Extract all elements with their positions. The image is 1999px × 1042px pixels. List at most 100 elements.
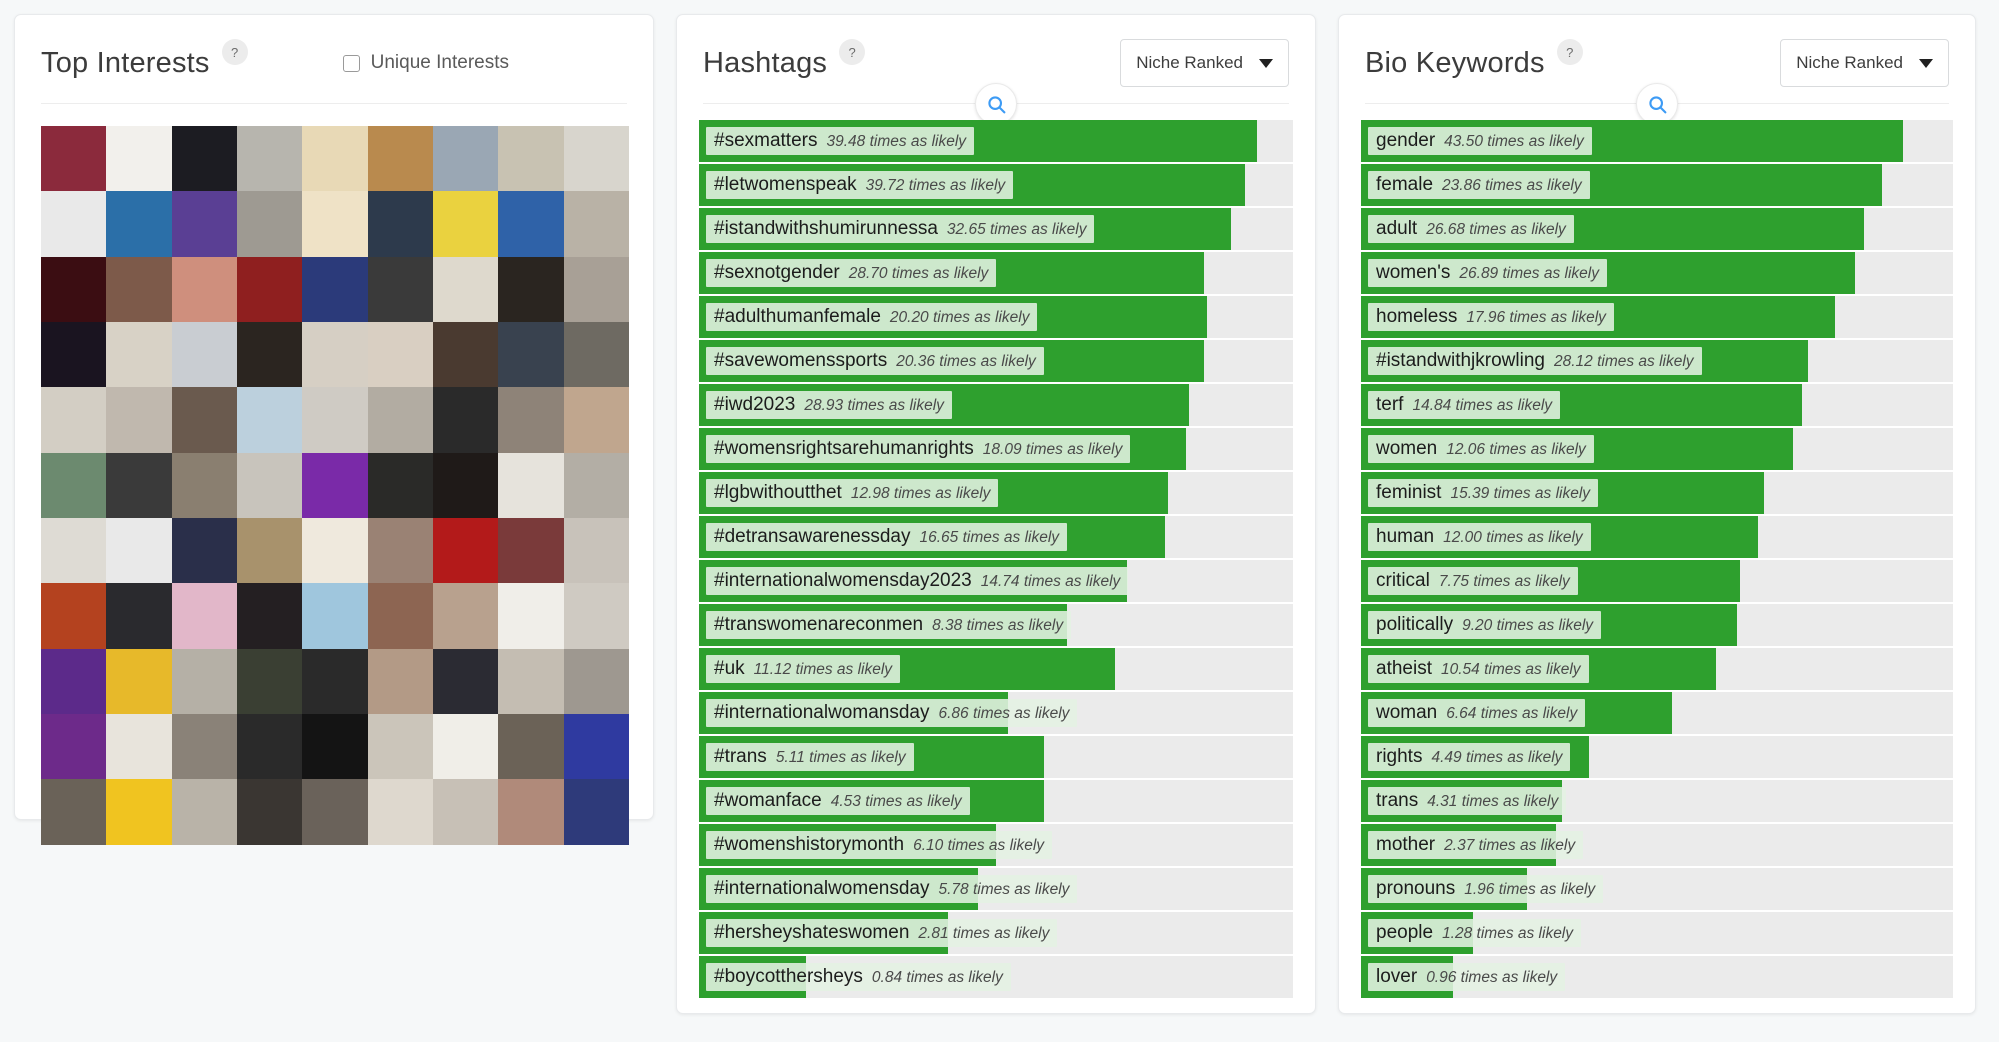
bar-row[interactable]: #womanface 4.53 times as likely [699, 779, 1293, 822]
interest-thumbnail[interactable] [302, 256, 368, 323]
interest-thumbnail[interactable] [367, 779, 433, 845]
interest-thumbnail[interactable] [302, 387, 368, 453]
bar-row[interactable]: critical 7.75 times as likely [1361, 559, 1953, 603]
interest-thumbnail[interactable] [237, 191, 303, 257]
bar-row[interactable]: rights 4.49 times as likely [1361, 735, 1953, 778]
bar-row[interactable]: female 23.86 times as likely [1361, 163, 1953, 207]
bar-row[interactable]: #iwd2023 28.93 times as likely [699, 383, 1293, 427]
bar-row[interactable]: #savewomenssports 20.36 times as likely [699, 339, 1293, 383]
interest-thumbnail[interactable] [106, 191, 172, 257]
interest-thumbnail[interactable] [433, 583, 499, 649]
interest-thumbnail[interactable] [106, 256, 172, 323]
interest-thumbnail[interactable] [302, 714, 368, 780]
interest-thumbnail[interactable] [433, 518, 499, 584]
interest-thumbnail[interactable] [106, 583, 172, 649]
interest-thumbnail[interactable] [171, 714, 237, 780]
interest-thumbnail[interactable] [171, 583, 237, 649]
bar-row[interactable]: women 12.06 times as likely [1361, 427, 1953, 471]
interest-thumbnail[interactable] [106, 387, 172, 453]
interest-thumbnail[interactable] [498, 322, 564, 388]
interest-thumbnail[interactable] [433, 126, 499, 192]
interest-thumbnail[interactable] [433, 714, 499, 780]
interest-thumbnail[interactable] [433, 322, 499, 388]
interest-thumbnail[interactable] [302, 648, 368, 715]
bar-row[interactable]: #boycotthersheys 0.84 times as likely [699, 955, 1293, 998]
unique-interests-checkbox[interactable]: Unique Interests [342, 52, 509, 74]
bar-row[interactable]: gender 43.50 times as likely [1361, 120, 1953, 163]
interest-thumbnail[interactable] [171, 191, 237, 257]
interest-thumbnail[interactable] [367, 387, 433, 453]
interest-thumbnail[interactable] [41, 583, 107, 649]
interest-thumbnail[interactable] [498, 714, 564, 780]
interest-thumbnail[interactable] [433, 452, 499, 519]
interest-thumbnail[interactable] [237, 322, 303, 388]
interest-thumbnail[interactable] [563, 452, 629, 519]
interests-mosaic[interactable] [41, 126, 629, 845]
help-icon[interactable]: ? [1556, 39, 1583, 65]
bar-row[interactable]: adult 26.68 times as likely [1361, 207, 1953, 251]
interest-thumbnail[interactable] [498, 779, 564, 845]
bar-row[interactable]: #uk 11.12 times as likely [699, 647, 1293, 690]
interest-thumbnail[interactable] [171, 452, 237, 519]
interest-thumbnail[interactable] [302, 779, 368, 845]
interest-thumbnail[interactable] [41, 387, 107, 453]
interest-thumbnail[interactable] [41, 322, 107, 388]
interest-thumbnail[interactable] [563, 191, 629, 257]
bar-row[interactable]: #womenshistorymonth 6.10 times as likely [699, 823, 1293, 866]
bar-row[interactable]: lover 0.96 times as likely [1361, 955, 1953, 998]
interest-thumbnail[interactable] [498, 583, 564, 649]
bar-row[interactable]: women's 26.89 times as likely [1361, 251, 1953, 295]
interest-thumbnail[interactable] [563, 126, 629, 192]
bar-row[interactable]: #letwomenspeak 39.72 times as likely [699, 163, 1293, 207]
interest-thumbnail[interactable] [106, 452, 172, 519]
interest-thumbnail[interactable] [302, 452, 368, 519]
interest-thumbnail[interactable] [171, 648, 237, 715]
bar-row[interactable]: #internationalwomensday 5.78 times as lik… [699, 867, 1293, 910]
interest-thumbnail[interactable] [302, 126, 368, 192]
interest-thumbnail[interactable] [498, 518, 564, 584]
interest-thumbnail[interactable] [367, 322, 433, 388]
interest-thumbnail[interactable] [367, 191, 433, 257]
interest-thumbnail[interactable] [367, 518, 433, 584]
bar-row[interactable]: #hersheyshateswomen 2.81 times as likely [699, 911, 1293, 954]
help-icon[interactable]: ? [839, 39, 866, 65]
interest-thumbnail[interactable] [106, 322, 172, 388]
bar-row[interactable]: #trans 5.11 times as likely [699, 735, 1293, 778]
bar-row[interactable]: atheist 10.54 times as likely [1361, 647, 1953, 690]
bar-row[interactable]: politically 9.20 times as likely [1361, 603, 1953, 647]
help-icon[interactable]: ? [221, 39, 248, 65]
bar-row[interactable]: #lgbwithoutthet 12.98 times as likely [699, 471, 1293, 515]
bar-row[interactable]: people 1.28 times as likely [1361, 911, 1953, 954]
interest-thumbnail[interactable] [106, 714, 172, 780]
bar-row[interactable]: trans 4.31 times as likely [1361, 779, 1953, 822]
bar-row[interactable]: feminist 15.39 times as likely [1361, 471, 1953, 515]
interest-thumbnail[interactable] [41, 256, 107, 323]
interest-thumbnail[interactable] [237, 387, 303, 453]
interest-thumbnail[interactable] [498, 387, 564, 453]
interest-thumbnail[interactable] [563, 518, 629, 584]
interest-thumbnail[interactable] [237, 779, 303, 845]
bar-row[interactable]: mother 2.37 times as likely [1361, 823, 1953, 866]
interest-thumbnail[interactable] [171, 387, 237, 453]
interest-thumbnail[interactable] [367, 452, 433, 519]
bar-row[interactable]: #detransawarenessday 16.65 times as likel… [699, 515, 1293, 559]
bar-row[interactable]: #istandwithshumirunnessa 32.65 times as l… [699, 207, 1293, 251]
interest-thumbnail[interactable] [563, 583, 629, 649]
sort-dropdown[interactable]: Niche Ranked [1120, 39, 1289, 87]
bar-row[interactable]: homeless 17.96 times as likely [1361, 295, 1953, 339]
interest-thumbnail[interactable] [237, 452, 303, 519]
interest-thumbnail[interactable] [367, 583, 433, 649]
interest-thumbnail[interactable] [563, 322, 629, 388]
interest-thumbnail[interactable] [237, 518, 303, 584]
interest-thumbnail[interactable] [302, 518, 368, 584]
interest-thumbnail[interactable] [498, 648, 564, 715]
interest-thumbnail[interactable] [563, 387, 629, 453]
interest-thumbnail[interactable] [106, 126, 172, 192]
bar-row[interactable]: #internationalwomensday2023 14.74 times a… [699, 559, 1293, 603]
bar-row[interactable]: terf 14.84 times as likely [1361, 383, 1953, 427]
interest-thumbnail[interactable] [171, 256, 237, 323]
interest-thumbnail[interactable] [41, 452, 107, 519]
interest-thumbnail[interactable] [106, 779, 172, 845]
interest-thumbnail[interactable] [41, 648, 107, 715]
bar-row[interactable]: #transwomenareconmen 8.38 times as likely [699, 603, 1293, 647]
